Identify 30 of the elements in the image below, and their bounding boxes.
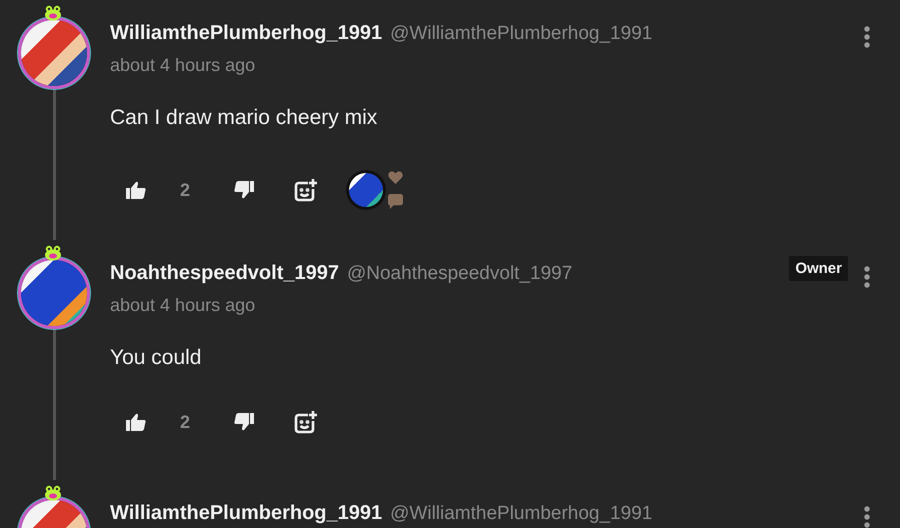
like-count: 2	[180, 180, 190, 200]
frog-icon	[43, 245, 63, 261]
username[interactable]: Noahthespeedvolt_1997	[110, 262, 339, 285]
speech-bubble-icon	[388, 194, 404, 209]
add-reaction-icon[interactable]	[294, 178, 318, 202]
reactor-avatar[interactable]	[346, 170, 386, 210]
avatar[interactable]	[18, 257, 90, 329]
like-button[interactable]	[126, 181, 146, 199]
frog-icon	[43, 485, 63, 501]
frog-icon	[43, 5, 63, 21]
like-count: 2	[180, 412, 190, 432]
timestamp: about 4 hours ago	[110, 55, 256, 76]
timestamp: about 4 hours ago	[110, 295, 256, 316]
user-handle: @Noahthespeedvolt_1997	[346, 263, 572, 285]
dislike-button[interactable]	[234, 413, 254, 431]
more-options-icon[interactable]	[864, 26, 870, 48]
dislike-button[interactable]	[234, 181, 254, 199]
username[interactable]: WilliamthePlumberhog_1991	[110, 502, 382, 525]
like-button[interactable]	[126, 413, 146, 431]
username[interactable]: WilliamthePlumberhog_1991	[110, 22, 382, 45]
more-options-icon[interactable]	[864, 266, 870, 288]
heart-icon	[388, 171, 404, 184]
comment-text: Can I draw mario cheery mix	[110, 106, 378, 130]
user-handle: @WilliamthePlumberhog_1991	[390, 23, 652, 45]
more-options-icon[interactable]	[864, 506, 870, 528]
avatar[interactable]	[18, 17, 90, 89]
user-handle: @WilliamthePlumberhog_1991	[390, 503, 652, 525]
add-reaction-icon[interactable]	[294, 410, 318, 434]
comment-text: You could	[110, 346, 202, 370]
owner-badge: Owner	[789, 256, 848, 281]
